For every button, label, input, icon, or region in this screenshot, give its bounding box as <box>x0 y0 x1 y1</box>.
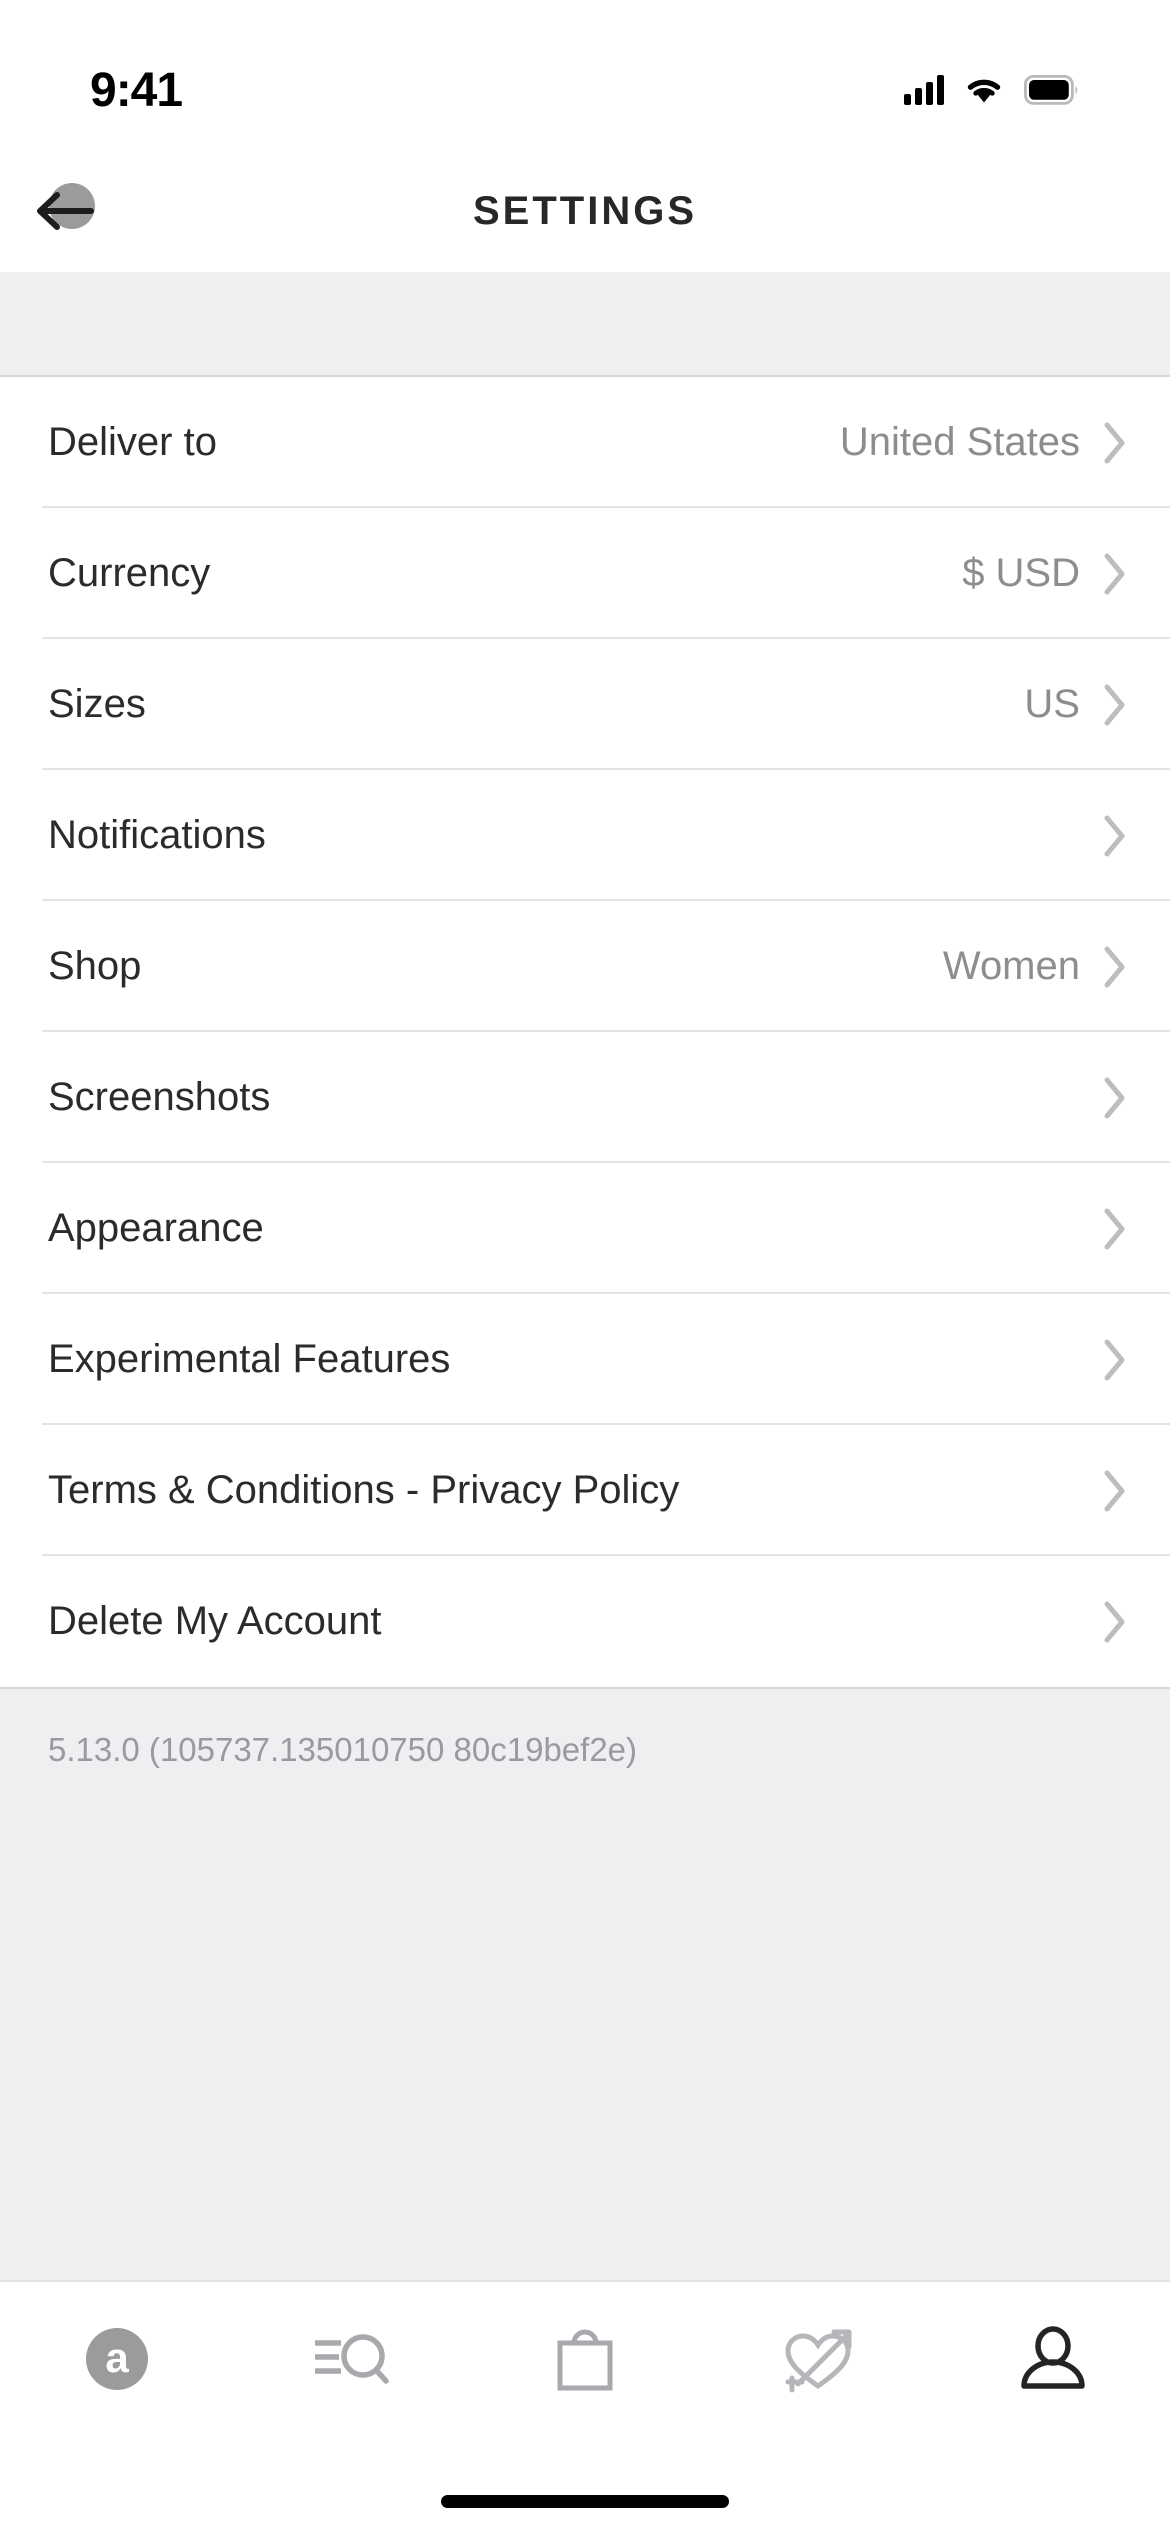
chevron-right-icon <box>1104 553 1125 594</box>
cellular-signal-icon <box>904 75 944 105</box>
row-value: United States <box>839 420 1080 464</box>
tab-bag[interactable] <box>468 2314 702 2404</box>
navigation-bar: SETTINGS <box>0 150 1170 272</box>
row-value: US <box>1024 682 1080 726</box>
row-value: Women <box>942 944 1080 988</box>
tab-search[interactable] <box>234 2314 468 2404</box>
shopping-bag-icon <box>557 2329 613 2391</box>
row-label: Currency <box>48 551 211 595</box>
battery-full-icon <box>1024 75 1080 105</box>
bottom-tab-bar: a <box>0 2280 1170 2470</box>
search-list-icon <box>315 2334 389 2384</box>
row-label: Screenshots <box>48 1075 271 1119</box>
row-label: Notifications <box>48 813 266 857</box>
page-title: SETTINGS <box>472 188 698 233</box>
settings-row-shop[interactable]: Shop Women <box>0 901 1170 1032</box>
footer-area: 5.13.0 (105737.135010750 80c19bef2e) <box>0 1687 1170 2280</box>
tab-home[interactable]: a <box>0 2314 234 2404</box>
row-label: Sizes <box>48 682 146 726</box>
back-arrow-icon <box>37 192 94 230</box>
home-indicator[interactable] <box>441 2494 729 2508</box>
settings-row-currency[interactable]: Currency $ USD <box>0 508 1170 639</box>
chevron-right-icon <box>1104 1077 1125 1118</box>
chevron-right-icon <box>1104 815 1125 856</box>
chevron-right-icon <box>1104 1601 1125 1642</box>
tab-wishlist[interactable] <box>702 2314 936 2404</box>
app-version-text: 5.13.0 (105737.135010750 80c19bef2e) <box>48 1731 638 1768</box>
row-label: Deliver to <box>48 420 217 464</box>
row-label: Terms & Conditions - Privacy Policy <box>48 1468 680 1512</box>
chevron-right-icon <box>1104 684 1125 725</box>
settings-row-deliver-to[interactable]: Deliver to United States <box>0 377 1170 508</box>
settings-row-screenshots[interactable]: Screenshots <box>0 1032 1170 1163</box>
chevron-right-icon <box>1104 946 1125 987</box>
chevron-right-icon <box>1104 1208 1125 1249</box>
row-value: $ USD <box>962 551 1080 595</box>
brand-letter: a <box>105 2333 129 2381</box>
back-button[interactable] <box>30 175 102 247</box>
home-indicator-area <box>0 2470 1170 2532</box>
status-time: 9:41 <box>90 63 183 117</box>
row-label: Appearance <box>48 1206 264 1250</box>
chevron-right-icon <box>1104 422 1125 463</box>
brand-a-icon: a <box>86 2328 148 2390</box>
settings-row-appearance[interactable]: Appearance <box>0 1163 1170 1294</box>
settings-row-terms-privacy[interactable]: Terms & Conditions - Privacy Policy <box>0 1425 1170 1556</box>
wifi-icon <box>964 75 1004 105</box>
chevron-right-icon <box>1104 1470 1125 1511</box>
settings-row-delete-account[interactable]: Delete My Account <box>0 1556 1170 1687</box>
settings-list: Deliver to United States Currency $ USD … <box>0 377 1170 1687</box>
settings-screen: 9:41 SETTINGS Deliver to United States C… <box>0 0 1170 2532</box>
status-bar: 9:41 <box>0 0 1170 150</box>
settings-row-notifications[interactable]: Notifications <box>0 770 1170 901</box>
heart-arrow-icon <box>785 2329 852 2393</box>
row-label: Delete My Account <box>48 1599 382 1643</box>
chevron-right-icon <box>1104 1339 1125 1380</box>
status-indicators <box>904 75 1080 105</box>
settings-row-sizes[interactable]: Sizes US <box>0 639 1170 770</box>
row-label: Shop <box>48 944 142 988</box>
person-icon <box>1021 2326 1085 2389</box>
tab-account[interactable] <box>936 2314 1170 2404</box>
row-label: Experimental Features <box>48 1337 451 1381</box>
settings-row-experimental-features[interactable]: Experimental Features <box>0 1294 1170 1425</box>
section-spacer <box>0 272 1170 377</box>
